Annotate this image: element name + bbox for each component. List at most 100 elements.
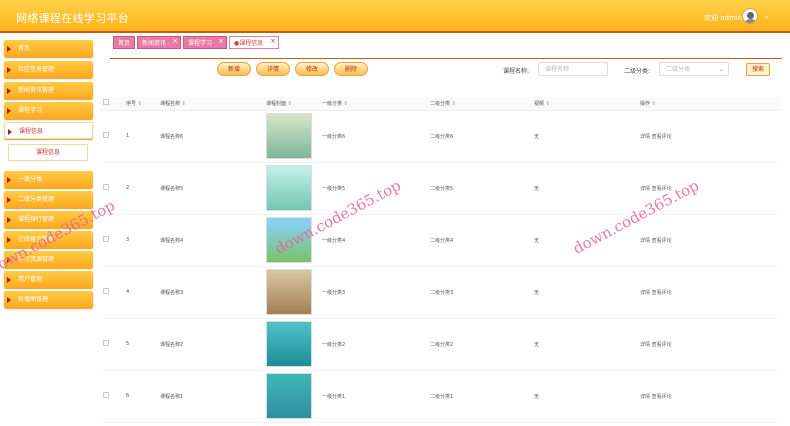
sidebar-item-cat1[interactable]: 一级分类: [4, 171, 93, 188]
sort-icon: ⇕: [181, 100, 186, 107]
col-index[interactable]: 序号 ⇕: [126, 97, 160, 111]
tab-news[interactable]: 新闻资讯 ×: [137, 36, 181, 49]
tab-home[interactable]: 首页: [113, 36, 135, 49]
close-icon[interactable]: ×: [172, 35, 178, 48]
col-cat2[interactable]: 二级分类 ⇕: [430, 97, 534, 111]
add-button[interactable]: 新增: [217, 62, 251, 76]
col-actions[interactable]: 操作 ⇕: [640, 97, 780, 111]
cell-cat1: 一级分类3: [322, 266, 430, 319]
cell-video: 无: [534, 318, 640, 371]
table-row[interactable]: 3 课程名称4 一级分类4 二级分类4 无 详情 查看评论: [100, 214, 780, 267]
cell-actions[interactable]: 详情 查看评论: [640, 370, 780, 423]
arrow-icon: [7, 277, 11, 283]
sidebar-item-news[interactable]: 新闻资讯管理: [4, 82, 93, 99]
arrow-icon: [7, 108, 11, 114]
cell-cat2: 二级分类1: [430, 370, 534, 423]
sort-icon: ⇕: [343, 100, 348, 107]
row-checkbox[interactable]: [103, 184, 109, 190]
arrow-icon: [7, 46, 11, 52]
cell-name: 课程名称6: [160, 110, 266, 163]
detail-button[interactable]: 详情: [256, 62, 290, 76]
row-select-cell: [100, 370, 126, 423]
cell-index: 6: [126, 370, 160, 423]
course-cover-image: [266, 113, 312, 159]
cell-name: 课程名称1: [160, 370, 266, 423]
cell-cat1: 一级分类6: [322, 110, 430, 163]
cell-actions[interactable]: 详情 查看评论: [640, 318, 780, 371]
cell-video: 无: [534, 110, 640, 163]
cell-actions[interactable]: 详情 查看评论: [640, 214, 780, 267]
welcome-text: 欢迎 admin: [704, 14, 743, 22]
cell-cat1: 一级分类2: [322, 318, 430, 371]
table-row[interactable]: 4 课程名称3 一级分类3 二级分类3 无 详情 查看评论: [100, 266, 780, 319]
table-row[interactable]: 5 课程名称2 一级分类2 二级分类2 无 详情 查看评论: [100, 318, 780, 371]
sidebar-item-course-info[interactable]: 课程信息: [4, 122, 93, 139]
arrow-icon: [7, 88, 11, 94]
cell-name: 课程名称2: [160, 318, 266, 371]
arrow-icon: [7, 237, 11, 243]
col-name[interactable]: 课程名称 ⇕: [160, 97, 266, 111]
col-cat1[interactable]: 一级分类 ⇕: [322, 97, 430, 111]
row-select-cell: [100, 266, 126, 319]
row-checkbox[interactable]: [103, 340, 109, 346]
sort-icon: ⇕: [451, 100, 456, 107]
row-checkbox[interactable]: [103, 288, 109, 294]
sidebar-item-home[interactable]: 首页: [4, 40, 93, 57]
tab-course-info[interactable]: ●课程信息 ×: [229, 36, 279, 49]
col-video[interactable]: 视频 ⇕: [534, 97, 640, 111]
cell-index: 1: [126, 110, 160, 163]
cell-name: 课程名称5: [160, 162, 266, 215]
divider: [110, 58, 782, 59]
sidebar-item-cat2[interactable]: 二级分类管理: [4, 191, 93, 208]
cell-cat2: 二级分类2: [430, 318, 534, 371]
row-select-cell: [100, 318, 126, 371]
sidebar-item-users[interactable]: 用户管理: [4, 271, 93, 288]
row-checkbox[interactable]: [103, 236, 109, 242]
delete-button[interactable]: 删除: [334, 62, 368, 76]
sort-icon: ⇕: [137, 100, 142, 107]
tab-study[interactable]: 课程学习 ×: [183, 36, 227, 49]
cell-video: 无: [534, 370, 640, 423]
row-checkbox[interactable]: [103, 132, 109, 138]
arrow-icon: [7, 217, 11, 223]
edit-button[interactable]: 修改: [295, 62, 329, 76]
sidebar-subitem-course-info[interactable]: 课程信息: [8, 144, 88, 161]
close-icon[interactable]: ×: [218, 35, 224, 48]
cell-name: 课程名称3: [160, 266, 266, 319]
table-row[interactable]: 1 课程名称6 一级分类6 二级分类6 无 详情 查看评论: [100, 110, 780, 163]
chevron-down-icon[interactable]: ⌄: [763, 11, 770, 20]
avatar[interactable]: [742, 8, 758, 24]
cell-index: 5: [126, 318, 160, 371]
row-checkbox[interactable]: [103, 392, 109, 398]
course-cover-image: [266, 373, 312, 419]
top-bar: 网络课程在线学习平台 欢迎 admin ⌄: [0, 0, 790, 33]
app-title: 网络课程在线学习平台: [16, 12, 129, 25]
cell-cat2: 二级分类6: [430, 110, 534, 163]
cell-cover: [266, 370, 322, 423]
course-table: 序号 ⇕ 课程名称 ⇕ 课程封面 ⇕ 一级分类 ⇕ 二级分类 ⇕ 视频 ⇕ 操作…: [100, 97, 780, 423]
select-all-checkbox[interactable]: [103, 99, 109, 106]
table-row[interactable]: 6 课程名称1 一级分类1 二级分类1 无 详情 查看评论: [100, 370, 780, 423]
sidebar-item-study[interactable]: 课程学习: [4, 102, 93, 119]
cell-actions[interactable]: 详情 查看评论: [640, 266, 780, 319]
cell-index: 3: [126, 214, 160, 267]
cell-cover: [266, 318, 322, 371]
course-cover-image: [266, 321, 312, 367]
category-select[interactable]: 二级分类 ⌄: [659, 62, 729, 76]
select-all-cell: [100, 97, 126, 111]
arrow-icon: [7, 197, 11, 203]
category-label: 二级分类:: [624, 68, 651, 75]
arrow-icon: [8, 129, 12, 135]
cell-cover: [266, 110, 322, 163]
cell-actions[interactable]: 详情 查看评论: [640, 110, 780, 163]
cell-cover: [266, 162, 322, 215]
search-button[interactable]: 搜索: [746, 63, 770, 76]
cell-video: 无: [534, 266, 640, 319]
close-icon[interactable]: ×: [270, 35, 276, 48]
sort-icon: ⇕: [651, 100, 656, 107]
col-cover[interactable]: 课程封面 ⇕: [266, 97, 322, 111]
sidebar-item-carousel[interactable]: 轮播图管理: [4, 291, 93, 308]
sidebar-item-community[interactable]: 社区信息管理: [4, 61, 93, 78]
course-name-label: 课程名称:: [503, 68, 530, 75]
course-name-input[interactable]: 课程名称: [538, 62, 608, 76]
